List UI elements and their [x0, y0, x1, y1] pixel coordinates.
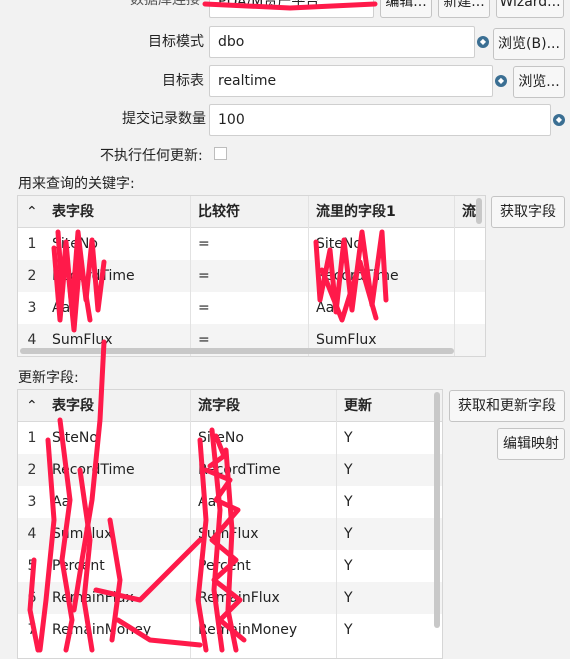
- column-divider: [190, 390, 191, 658]
- stream-cell[interactable]: RemainFlux: [192, 582, 336, 614]
- field-cell[interactable]: RemainFlux: [46, 582, 190, 614]
- table-label: 目标表: [162, 73, 204, 89]
- update-cell[interactable]: Y: [338, 454, 418, 486]
- table-row[interactable]: 2 RecordTime = RecordTime: [18, 260, 485, 292]
- column-divider: [454, 196, 455, 356]
- no-update-checkbox[interactable]: [214, 147, 227, 160]
- row-number: 4: [27, 526, 37, 542]
- row-number: 1: [27, 430, 37, 446]
- horizontal-scrollbar[interactable]: [20, 348, 454, 354]
- connection-label: 数据库连接: [130, 0, 200, 8]
- table-row[interactable]: 3 Aa = Aa: [18, 292, 485, 324]
- update-col-field[interactable]: 表字段: [46, 390, 190, 422]
- update-table-header: ⌃ 表字段 流字段 更新: [18, 390, 442, 422]
- update-col-stream[interactable]: 流字段: [192, 390, 336, 422]
- schema-label: 目标模式: [148, 34, 204, 50]
- new-connection-button[interactable]: 新建...: [438, 0, 490, 18]
- schema-value: dbo: [218, 34, 245, 50]
- update-col-update[interactable]: 更新: [338, 390, 418, 422]
- stream-cell[interactable]: Aa: [192, 486, 336, 518]
- column-divider: [190, 196, 191, 356]
- variable-icon: ◆: [477, 36, 489, 48]
- schema-input[interactable]: dbo: [209, 26, 475, 58]
- table-value: realtime: [218, 73, 277, 89]
- sort-icon[interactable]: ⌃: [20, 196, 46, 228]
- field-cell[interactable]: RemainMoney: [46, 614, 190, 646]
- table-input[interactable]: realtime: [209, 65, 493, 97]
- variable-icon: ◆: [495, 75, 507, 87]
- compare-cell[interactable]: =: [192, 292, 308, 324]
- commit-input[interactable]: 100: [209, 104, 551, 136]
- stream-cell[interactable]: RecordTime: [310, 260, 454, 292]
- field-cell[interactable]: Aa: [46, 292, 190, 324]
- row-number: 7: [27, 622, 37, 638]
- field-cell[interactable]: SiteNo: [46, 228, 190, 260]
- get-fields-button[interactable]: 获取字段: [491, 196, 565, 228]
- update-cell[interactable]: Y: [338, 614, 418, 646]
- stream-cell[interactable]: Aa: [310, 292, 454, 324]
- update-section-label: 更新字段:: [18, 370, 79, 386]
- sort-icon[interactable]: ⌃: [20, 390, 46, 422]
- row-number: 6: [27, 590, 37, 606]
- stream-cell[interactable]: RemainMoney: [192, 614, 336, 646]
- stream-cell[interactable]: SumFlux: [192, 518, 336, 550]
- lookup-col-field[interactable]: 表字段: [46, 196, 190, 228]
- commit-value: 100: [218, 112, 245, 128]
- variable-icon: ◆: [553, 114, 565, 126]
- table-row[interactable]: 1 SiteNo = SiteNo: [18, 228, 485, 260]
- column-divider: [308, 196, 309, 356]
- browse-schema-button[interactable]: 浏览(B)...: [493, 28, 565, 60]
- get-update-fields-button[interactable]: 获取和更新字段: [449, 390, 565, 422]
- update-cell[interactable]: Y: [338, 486, 418, 518]
- row-number: 5: [27, 558, 37, 574]
- table-row[interactable]: 5 Percent Percent Y: [18, 550, 442, 582]
- wizard-button[interactable]: Wizard...: [496, 0, 564, 18]
- table-row[interactable]: 4 SumFlux SumFlux Y: [18, 518, 442, 550]
- compare-cell[interactable]: =: [192, 260, 308, 292]
- stream-cell[interactable]: SiteNo: [310, 228, 454, 260]
- lookup-table-header: ⌃ 表字段 比较符 流里的字段1 流: [18, 196, 485, 228]
- connection-select[interactable]: PDA/M资产平台: [209, 0, 374, 18]
- stream-cell[interactable]: SiteNo: [192, 422, 336, 454]
- table-row[interactable]: 7 RemainMoney RemainMoney Y: [18, 614, 442, 646]
- table-row[interactable]: 3 Aa Aa Y: [18, 486, 442, 518]
- field-cell[interactable]: SiteNo: [46, 422, 190, 454]
- stream-cell[interactable]: RecordTime: [192, 454, 336, 486]
- field-cell[interactable]: RecordTime: [46, 260, 190, 292]
- field-cell[interactable]: SumFlux: [46, 518, 190, 550]
- field-cell[interactable]: RecordTime: [46, 454, 190, 486]
- stream-cell[interactable]: Percent: [192, 550, 336, 582]
- column-divider: [336, 390, 337, 658]
- update-cell[interactable]: Y: [338, 518, 418, 550]
- row-number: 2: [27, 268, 37, 284]
- lookup-col-stream1[interactable]: 流里的字段1: [310, 196, 454, 228]
- row-number: 3: [27, 494, 37, 510]
- table-row[interactable]: 1 SiteNo SiteNo Y: [18, 422, 442, 454]
- update-cell[interactable]: Y: [338, 550, 418, 582]
- update-cell[interactable]: Y: [338, 582, 418, 614]
- update-table: ⌃ 表字段 流字段 更新 1 SiteNo SiteNo Y 2 RecordT…: [17, 389, 443, 659]
- update-cell[interactable]: Y: [338, 422, 418, 454]
- edit-connection-button[interactable]: 编辑...: [380, 0, 432, 18]
- table-row[interactable]: 6 RemainFlux RemainFlux Y: [18, 582, 442, 614]
- field-cell[interactable]: Percent: [46, 550, 190, 582]
- lookup-col-stream2[interactable]: 流: [456, 196, 476, 228]
- row-number: 1: [27, 236, 37, 252]
- field-cell[interactable]: Aa: [46, 486, 190, 518]
- lookup-table: ⌃ 表字段 比较符 流里的字段1 流 1 SiteNo = SiteNo 2 R…: [17, 195, 486, 357]
- row-number: 3: [27, 300, 37, 316]
- no-update-label: 不执行任何更新:: [100, 148, 203, 164]
- browse-table-button[interactable]: 浏览...: [513, 66, 565, 98]
- lookup-section-label: 用来查询的关键字:: [18, 176, 135, 192]
- row-number: 2: [27, 462, 37, 478]
- connection-value: PDA/M资产平台: [218, 0, 320, 10]
- compare-cell[interactable]: =: [192, 228, 308, 260]
- commit-label: 提交记录数量: [122, 111, 206, 127]
- edit-mapping-button[interactable]: 编辑映射: [497, 428, 565, 460]
- vertical-scrollbar[interactable]: [434, 392, 440, 628]
- vertical-scrollbar[interactable]: [476, 198, 482, 224]
- lookup-col-compare[interactable]: 比较符: [192, 196, 308, 228]
- table-row[interactable]: 2 RecordTime RecordTime Y: [18, 454, 442, 486]
